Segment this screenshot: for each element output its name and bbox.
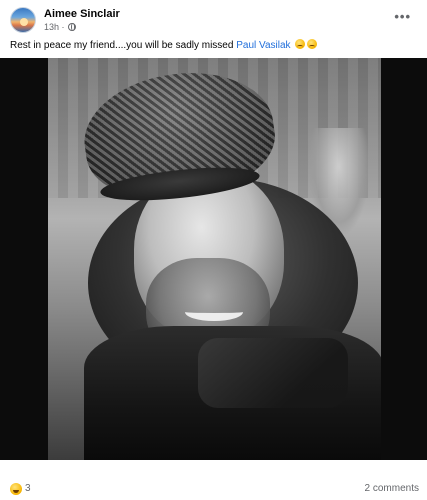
comments-count[interactable]: 2 comments bbox=[365, 483, 419, 494]
photo-content bbox=[48, 58, 381, 460]
avatar[interactable] bbox=[10, 7, 36, 33]
globe-icon bbox=[68, 23, 77, 31]
sad-face-emoji-icon bbox=[295, 39, 306, 49]
sad-face-emoji-icon bbox=[307, 39, 318, 49]
avatar-sunset-graphic bbox=[20, 18, 28, 26]
post-author-name[interactable]: Aimee Sinclair bbox=[44, 8, 120, 20]
reaction-emoji-icon[interactable] bbox=[10, 483, 22, 495]
reactions-count[interactable]: 3 bbox=[25, 483, 31, 494]
meta-separator: · bbox=[59, 22, 68, 32]
post-time[interactable]: 13h bbox=[44, 22, 59, 32]
smile bbox=[185, 303, 243, 321]
post-meta: 13h · bbox=[44, 22, 77, 32]
post-caption: Rest in peace my friend....you will be s… bbox=[10, 39, 419, 51]
facebook-post: Aimee Sinclair 13h · ••• Rest in peace m… bbox=[0, 0, 427, 500]
mention-link[interactable]: Paul Vasilak bbox=[236, 40, 290, 51]
post-photo[interactable] bbox=[0, 58, 427, 460]
jacket-collar bbox=[198, 338, 348, 408]
post-header: Aimee Sinclair 13h · ••• bbox=[10, 6, 419, 34]
caption-text: Rest in peace my friend....you will be s… bbox=[10, 40, 237, 51]
post-footer: 3 2 comments bbox=[0, 476, 427, 500]
more-options-icon[interactable]: ••• bbox=[394, 10, 411, 23]
